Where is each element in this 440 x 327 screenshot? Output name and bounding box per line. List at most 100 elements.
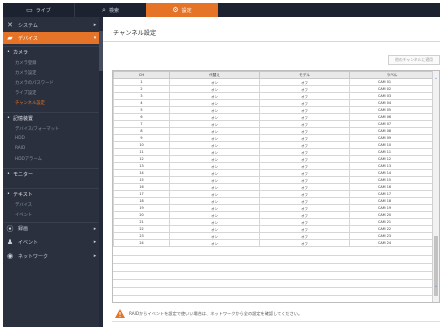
sidebar-section-text[interactable]: • テキスト bbox=[3, 188, 99, 199]
channel-number[interactable]: 8 bbox=[113, 127, 170, 135]
label-value[interactable]: CAM 23 bbox=[349, 232, 435, 240]
model-value[interactable]: オフ bbox=[259, 239, 350, 247]
substitute-value[interactable]: オン bbox=[169, 148, 260, 156]
label-value[interactable]: CAM 16 bbox=[349, 183, 435, 191]
sidebar-item-camera-password[interactable]: カメラのパスワード bbox=[3, 78, 99, 87]
label-value[interactable]: CAM 08 bbox=[349, 127, 435, 135]
label-value[interactable]: CAM 10 bbox=[349, 141, 435, 149]
label-value[interactable]: CAM 15 bbox=[349, 176, 435, 184]
label-value[interactable]: CAM 02 bbox=[349, 85, 435, 93]
model-value[interactable]: オフ bbox=[259, 155, 350, 163]
model-value[interactable]: オフ bbox=[259, 106, 350, 114]
sidebar-item-camera-settings[interactable]: カメラ設定 bbox=[3, 68, 99, 77]
model-value[interactable]: オフ bbox=[259, 92, 350, 100]
substitute-value[interactable]: オン bbox=[169, 169, 260, 177]
table-scrollbar[interactable]: ˄ ˅ bbox=[432, 71, 439, 302]
channel-number[interactable]: 3 bbox=[113, 92, 170, 100]
model-value[interactable]: オフ bbox=[259, 218, 350, 226]
channel-number[interactable]: 11 bbox=[113, 148, 170, 156]
substitute-value[interactable]: オン bbox=[169, 141, 260, 149]
substitute-value[interactable]: オン bbox=[169, 78, 260, 86]
column-header-ch[interactable]: CH bbox=[113, 71, 170, 79]
sidebar-section-storage[interactable]: • 記憶装置 bbox=[3, 112, 99, 123]
sidebar-item-hdd[interactable]: HDD bbox=[3, 134, 99, 143]
label-value[interactable]: CAM 07 bbox=[349, 120, 435, 128]
model-value[interactable]: オフ bbox=[259, 204, 350, 212]
model-value[interactable]: オフ bbox=[259, 183, 350, 191]
model-value[interactable]: オフ bbox=[259, 134, 350, 142]
model-value[interactable]: オフ bbox=[259, 85, 350, 93]
label-value[interactable]: CAM 09 bbox=[349, 134, 435, 142]
table-row[interactable]: 23 オン オフ CAM 23 bbox=[113, 232, 435, 240]
substitute-value[interactable]: オン bbox=[169, 225, 260, 233]
channel-number[interactable]: 6 bbox=[113, 113, 170, 121]
sidebar-item-network[interactable]: ◉ ネットワーク ▸ bbox=[3, 250, 99, 262]
scroll-up-icon[interactable]: ˄ bbox=[433, 78, 439, 84]
label-value[interactable]: CAM 12 bbox=[349, 155, 435, 163]
sidebar-item-live-settings[interactable]: ライブ設定 bbox=[3, 88, 99, 97]
table-row[interactable]: 10 オン オフ CAM 10 bbox=[113, 141, 435, 149]
sidebar-item-device[interactable]: ▰ デバイス ▾ bbox=[3, 32, 99, 44]
channel-number[interactable]: 17 bbox=[113, 190, 170, 198]
label-value[interactable]: CAM 17 bbox=[349, 190, 435, 198]
substitute-value[interactable]: オン bbox=[169, 190, 260, 198]
channel-number[interactable]: 20 bbox=[113, 211, 170, 219]
model-value[interactable]: オフ bbox=[259, 232, 350, 240]
sidebar-item-hdd-alarm[interactable]: HDDアラーム bbox=[3, 154, 99, 163]
channel-number[interactable]: 9 bbox=[113, 134, 170, 142]
sidebar-item-camera-register[interactable]: カメラ登録 bbox=[3, 58, 99, 67]
table-row[interactable]: 7 オン オフ CAM 07 bbox=[113, 120, 435, 128]
channel-number[interactable]: 15 bbox=[113, 176, 170, 184]
table-row[interactable]: 9 オン オフ CAM 09 bbox=[113, 134, 435, 142]
label-value[interactable]: CAM 24 bbox=[349, 239, 435, 247]
label-value[interactable]: CAM 18 bbox=[349, 197, 435, 205]
model-value[interactable]: オフ bbox=[259, 211, 350, 219]
sidebar-item-raid[interactable]: RAID bbox=[3, 144, 99, 153]
label-value[interactable]: CAM 14 bbox=[349, 169, 435, 177]
substitute-value[interactable]: オン bbox=[169, 176, 260, 184]
table-row[interactable]: 20 オン オフ CAM 20 bbox=[113, 211, 435, 219]
sidebar-item-text-event[interactable]: イベント bbox=[3, 210, 99, 219]
substitute-value[interactable]: オン bbox=[169, 92, 260, 100]
sidebar-item-text-device[interactable]: デバイス bbox=[3, 200, 99, 209]
substitute-value[interactable]: オン bbox=[169, 113, 260, 121]
channel-number[interactable]: 24 bbox=[113, 239, 170, 247]
model-value[interactable]: オフ bbox=[259, 113, 350, 121]
channel-number[interactable]: 19 bbox=[113, 204, 170, 212]
column-header-label[interactable]: ラベル bbox=[349, 71, 435, 79]
table-row[interactable]: 21 オン オフ CAM 21 bbox=[113, 218, 435, 226]
channel-number[interactable]: 13 bbox=[113, 162, 170, 170]
table-row[interactable]: 1 オン オフ CAM 01 bbox=[113, 78, 435, 86]
label-value[interactable]: CAM 20 bbox=[349, 211, 435, 219]
channel-number[interactable]: 18 bbox=[113, 197, 170, 205]
substitute-value[interactable]: オン bbox=[169, 197, 260, 205]
table-row[interactable]: 15 オン オフ CAM 15 bbox=[113, 176, 435, 184]
substitute-value[interactable]: オン bbox=[169, 239, 260, 247]
model-value[interactable]: オフ bbox=[259, 169, 350, 177]
label-value[interactable]: CAM 01 bbox=[349, 78, 435, 86]
table-row[interactable]: 5 オン オフ CAM 05 bbox=[113, 106, 435, 114]
model-value[interactable]: オフ bbox=[259, 148, 350, 156]
substitute-value[interactable]: オン bbox=[169, 106, 260, 114]
substitute-value[interactable]: オン bbox=[169, 127, 260, 135]
channel-number[interactable]: 10 bbox=[113, 141, 170, 149]
sidebar-item-event[interactable]: ♟ イベント ▸ bbox=[3, 236, 99, 248]
model-value[interactable]: オフ bbox=[259, 127, 350, 135]
label-value[interactable]: CAM 19 bbox=[349, 204, 435, 212]
substitute-value[interactable]: オン bbox=[169, 134, 260, 142]
label-value[interactable]: CAM 11 bbox=[349, 148, 435, 156]
model-value[interactable]: オフ bbox=[259, 190, 350, 198]
scroll-down-icon[interactable]: ˅ bbox=[433, 286, 439, 292]
substitute-value[interactable]: オン bbox=[169, 85, 260, 93]
table-row[interactable]: 24 オン オフ CAM 24 bbox=[113, 239, 435, 247]
substitute-value[interactable]: オン bbox=[169, 232, 260, 240]
model-value[interactable]: オフ bbox=[259, 176, 350, 184]
label-value[interactable]: CAM 04 bbox=[349, 99, 435, 107]
sidebar-item-device-format[interactable]: デバイス/フォーマット bbox=[3, 124, 99, 133]
channel-number[interactable]: 12 bbox=[113, 155, 170, 163]
model-value[interactable]: オフ bbox=[259, 141, 350, 149]
model-value[interactable]: オフ bbox=[259, 99, 350, 107]
substitute-value[interactable]: オン bbox=[169, 155, 260, 163]
table-row[interactable]: 16 オン オフ CAM 16 bbox=[113, 183, 435, 191]
table-row[interactable]: 14 オン オフ CAM 14 bbox=[113, 169, 435, 177]
